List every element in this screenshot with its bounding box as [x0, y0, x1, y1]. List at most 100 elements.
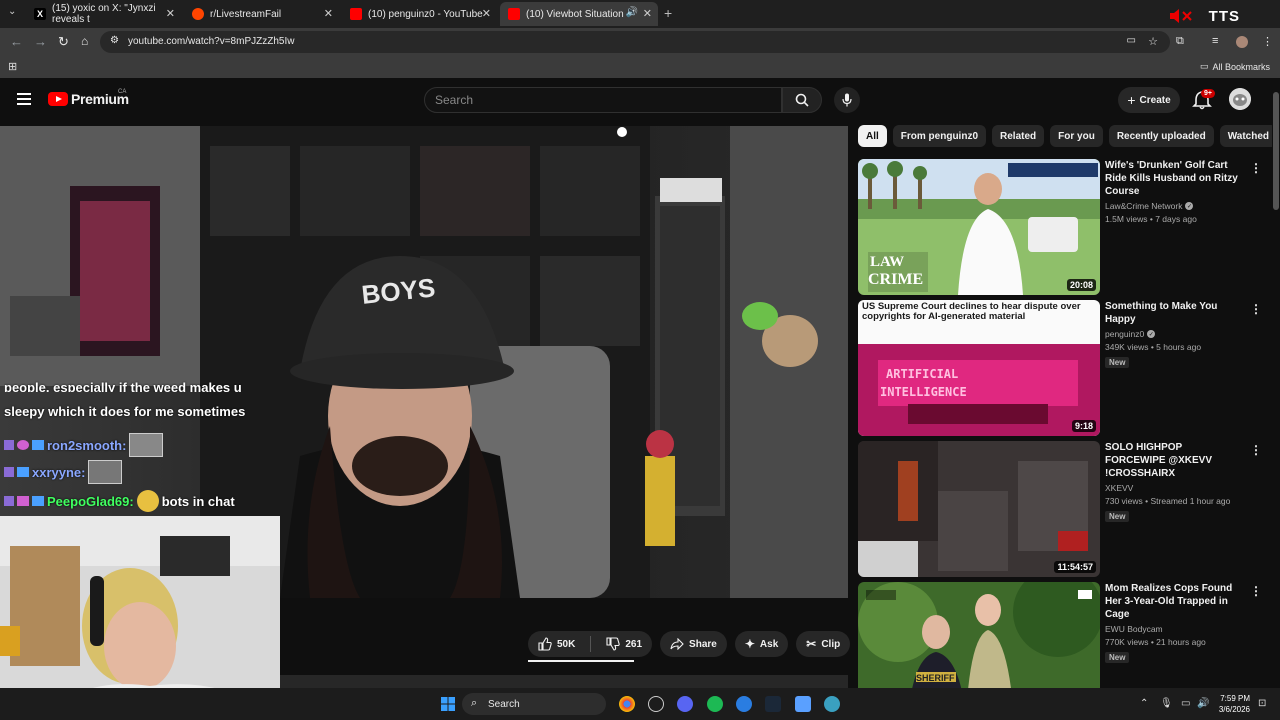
extensions-icon[interactable]: ⧉ — [1176, 35, 1184, 48]
page-scrollbar[interactable] — [1272, 78, 1280, 688]
clock-time: 7:59 PM — [1220, 694, 1250, 703]
all-bookmarks-button[interactable]: ▭ All Bookmarks — [1200, 61, 1270, 72]
discord-icon[interactable] — [677, 696, 693, 712]
tab-viewbot-situation[interactable]: (10) Viewbot Situation - You 🔊 ✕ — [500, 2, 658, 26]
spotify-icon[interactable] — [707, 696, 723, 712]
browser-icon[interactable] — [824, 696, 840, 712]
channel-name[interactable]: XKEVV — [1105, 483, 1245, 493]
site-info-icon[interactable]: ⚙ — [110, 35, 119, 46]
like-button[interactable]: 50K — [528, 631, 585, 657]
channel-name[interactable]: penguinz0 ✓ — [1105, 329, 1245, 339]
speaker-icon[interactable]: 🔊 — [626, 7, 638, 18]
tts-overlay-label: TTS — [1208, 8, 1240, 25]
video-thumbnail[interactable]: ARTIFICIAL INTELLIGENCE US Supreme Court… — [858, 300, 1100, 436]
chrome-icon[interactable] — [619, 696, 635, 712]
tab-title: (10) penguinz0 - YouTube — [368, 8, 483, 20]
description-box[interactable] — [280, 675, 848, 688]
channel-name[interactable]: EWU Bodycam — [1105, 624, 1245, 634]
close-icon[interactable]: ✕ — [324, 7, 333, 20]
video-options-kebab-icon[interactable]: ⋮ — [1250, 584, 1258, 598]
video-options-kebab-icon[interactable]: ⋮ — [1250, 443, 1262, 457]
voice-search-button[interactable] — [834, 87, 860, 113]
verified-check-icon: ✓ — [1147, 330, 1156, 338]
video-thumbnail[interactable]: 11:54:57 — [858, 441, 1100, 577]
recommended-video[interactable]: LAW CRIME 20:08 Wife's 'Drunken' Golf Ca… — [858, 159, 1262, 295]
network-icon[interactable]: ▭ — [1181, 698, 1190, 709]
video-title[interactable]: Something to Make You Happy — [1105, 300, 1245, 326]
taskbar-clock[interactable]: 7:59 PM 3/6/2026 — [1219, 693, 1250, 715]
search-button[interactable] — [782, 87, 822, 113]
video-thumbnail[interactable]: SHERIFF — [858, 582, 1100, 688]
tab-search-chevron-icon[interactable]: ⌄ — [8, 6, 16, 17]
chip-related[interactable]: Related — [992, 125, 1045, 147]
tab-penguinz0[interactable]: (10) penguinz0 - YouTube ✕ — [342, 2, 497, 26]
view-count: 770K views • 21 hours ago — [1105, 637, 1206, 647]
forward-arrow-icon[interactable]: → — [34, 34, 47, 49]
video-options-kebab-icon[interactable]: ⋮ — [1250, 161, 1262, 175]
x-logo-icon: X — [34, 8, 46, 20]
menu-hamburger-icon[interactable] — [17, 93, 31, 105]
show-hidden-icons-chevron-icon[interactable]: ⌃ — [1140, 698, 1148, 709]
chip-from-penguinz0[interactable]: From penguinz0 — [892, 125, 987, 147]
notepad-icon[interactable] — [795, 696, 811, 712]
windows-start-icon[interactable] — [441, 697, 455, 711]
video-options-kebab-icon[interactable]: ⋮ — [1250, 302, 1262, 316]
chip-watched[interactable]: Watched — [1219, 125, 1278, 147]
recommended-video[interactable]: ARTIFICIAL INTELLIGENCE US Supreme Court… — [858, 300, 1262, 436]
clip-button[interactable]: ✂ Clip — [796, 631, 851, 657]
channel-name[interactable]: Law&Crime Network ✓ — [1105, 201, 1245, 211]
notification-count-badge: 9+ — [1201, 89, 1215, 98]
new-tab-button[interactable]: + — [664, 5, 672, 21]
youtube-premium-logo[interactable]: Premium — [48, 91, 129, 107]
video-title[interactable]: Mom Realizes Cops Found Her 3-Year-Old T… — [1105, 582, 1245, 621]
close-icon[interactable]: ✕ — [643, 7, 652, 20]
tab-title: (15) yoxic on X: "Jynxzi reveals t — [52, 3, 156, 25]
cast-icon[interactable]: ▭ — [1127, 35, 1136, 46]
steam-overlay-icon[interactable] — [648, 696, 664, 712]
media-controls-icon[interactable]: ≡ — [1212, 35, 1218, 47]
close-icon[interactable]: ✕ — [166, 7, 175, 20]
channel-name-text: XKEVV — [1105, 483, 1134, 493]
video-title[interactable]: Wife's 'Drunken' Golf Cart Ride Kills Hu… — [1105, 159, 1245, 198]
chip-recently-uploaded[interactable]: Recently uploaded — [1108, 125, 1214, 147]
scrollbar-thumb[interactable] — [1273, 92, 1279, 210]
video-title[interactable]: SOLO HIGHPOP FORCEWIPE @XKEVV !CROSSHAIR… — [1105, 441, 1245, 480]
volume-icon[interactable]: 🔊 — [1197, 698, 1209, 709]
address-bar[interactable]: ⚙ youtube.com/watch?v=8mPJZzZh5Iw ▭ ☆ — [100, 31, 1170, 53]
taskbar-search[interactable]: ⌕ Search — [462, 693, 606, 715]
app-icon[interactable] — [736, 696, 752, 712]
create-button[interactable]: + Create — [1118, 87, 1180, 113]
account-avatar[interactable] — [1229, 88, 1251, 110]
home-icon[interactable]: ⌂ — [81, 34, 88, 48]
chat-badge-icon — [17, 496, 29, 506]
search-icon — [795, 93, 809, 107]
chat-emote-image — [136, 490, 159, 512]
video-action-bar: 50K 261 Share ✦ Ask ✂ Clip ⋯ — [528, 631, 885, 657]
browser-menu-icon[interactable]: ⋮ — [1262, 35, 1273, 48]
tab-reddit[interactable]: r/LivestreamFail ✕ — [184, 2, 339, 26]
ask-button[interactable]: ✦ Ask — [734, 631, 789, 657]
reload-icon[interactable]: ↻ — [58, 34, 69, 50]
chip-for-you[interactable]: For you — [1050, 125, 1103, 147]
tab-twitter[interactable]: X (15) yoxic on X: "Jynxzi reveals t ✕ — [26, 2, 181, 26]
dislike-button[interactable]: 261 — [596, 631, 652, 657]
reddit-logo-icon — [192, 8, 204, 20]
close-icon[interactable]: ✕ — [482, 7, 491, 20]
video-thumbnail[interactable]: LAW CRIME 20:08 — [858, 159, 1100, 295]
microphone-icon — [842, 93, 852, 107]
steam-icon[interactable] — [765, 696, 781, 712]
profile-avatar[interactable] — [1236, 36, 1248, 48]
share-button[interactable]: Share — [660, 631, 727, 657]
bookmark-star-icon[interactable]: ☆ — [1148, 35, 1158, 48]
apps-grid-icon[interactable]: ⊞ — [8, 60, 17, 73]
share-arrow-icon — [670, 638, 684, 650]
thumbs-up-icon — [538, 637, 552, 651]
search-input[interactable] — [425, 88, 781, 112]
recommended-video[interactable]: SHERIFF Mom Realizes Cops Found Her 3-Ye… — [858, 582, 1258, 688]
microphone-tray-icon[interactable]: 🎙 — [1160, 698, 1173, 709]
chat-username: PeepoGlad69: — [47, 493, 134, 509]
back-arrow-icon[interactable]: ← — [10, 34, 23, 49]
recommended-video[interactable]: 11:54:57 SOLO HIGHPOP FORCEWIPE @XKEVV !… — [858, 441, 1262, 577]
chip-all[interactable]: All — [858, 125, 887, 147]
notification-center-icon[interactable]: ⊡ — [1258, 698, 1266, 709]
